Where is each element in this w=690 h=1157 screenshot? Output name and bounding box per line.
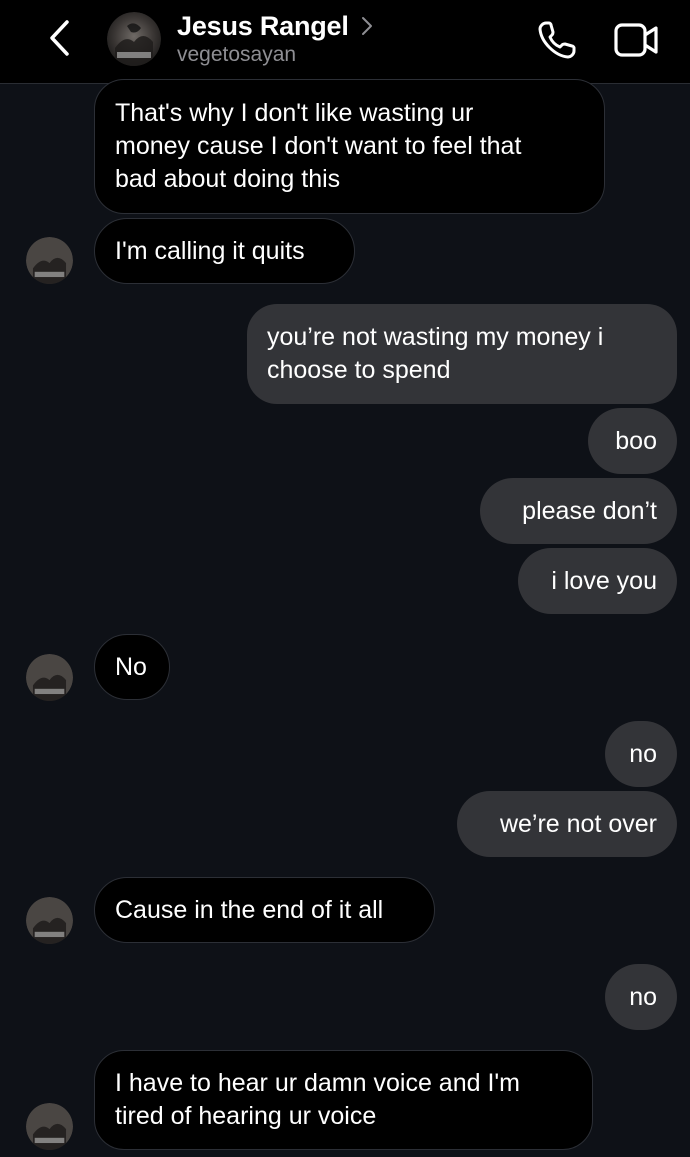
message-bubble-incoming[interactable]: That's why I don't like wasting ur money…	[94, 79, 605, 214]
contact-name: Jesus Rangel	[177, 10, 349, 41]
message-bubble-incoming[interactable]: Cause in the end of it all	[94, 877, 435, 943]
message-text: please don’t	[522, 496, 657, 525]
audio-call-button[interactable]	[535, 18, 579, 62]
message-bubble-outgoing[interactable]: no	[605, 964, 677, 1030]
message-text: Cause in the end of it all	[115, 895, 384, 924]
avatar[interactable]	[26, 897, 73, 944]
video-call-button[interactable]	[612, 20, 660, 60]
message-text: boo	[615, 426, 657, 455]
contact-username: vegetosayan	[177, 43, 297, 66]
message-bubble-incoming[interactable]: I have to hear ur damn voice and I'm tir…	[94, 1050, 593, 1150]
message-text: That's why I don't like wasting ur money…	[115, 99, 522, 193]
message-bubble-outgoing[interactable]: boo	[588, 408, 677, 474]
profile-name-link[interactable]: Jesus Rangel	[177, 8, 373, 44]
message-text: I have to hear ur damn voice and I'm tir…	[115, 1069, 520, 1130]
avatar[interactable]	[26, 654, 73, 701]
avatar[interactable]	[26, 237, 73, 284]
phone-icon	[538, 21, 576, 59]
message-text: no	[629, 982, 657, 1011]
message-bubble-outgoing[interactable]: you’re not wasting my money i choose to …	[247, 304, 677, 404]
avatar[interactable]	[107, 12, 161, 66]
chat-header: Jesus Rangel vegetosayan	[0, 0, 690, 84]
message-text: No	[115, 652, 147, 681]
message-bubble-incoming[interactable]: No	[94, 634, 170, 700]
chevron-right-icon	[361, 17, 372, 35]
message-text: no	[629, 739, 657, 768]
dm-thread-screen: Jesus Rangel vegetosayan That's why I do…	[0, 0, 690, 1157]
message-bubble-outgoing[interactable]: no	[605, 721, 677, 787]
message-bubble-outgoing[interactable]: we’re not over	[457, 791, 677, 857]
avatar[interactable]	[26, 1103, 73, 1150]
message-bubble-incoming[interactable]: I'm calling it quits	[94, 218, 355, 284]
message-bubble-outgoing[interactable]: please don’t	[480, 478, 677, 544]
back-button[interactable]	[40, 16, 80, 60]
message-text: i love you	[551, 566, 657, 595]
video-camera-icon	[614, 23, 658, 57]
message-bubble-outgoing[interactable]: i love you	[518, 548, 677, 614]
chevron-left-icon	[50, 20, 69, 56]
message-text: I'm calling it quits	[115, 236, 305, 265]
message-text: we’re not over	[499, 809, 657, 838]
message-text: you’re not wasting my money i choose to …	[267, 323, 604, 384]
